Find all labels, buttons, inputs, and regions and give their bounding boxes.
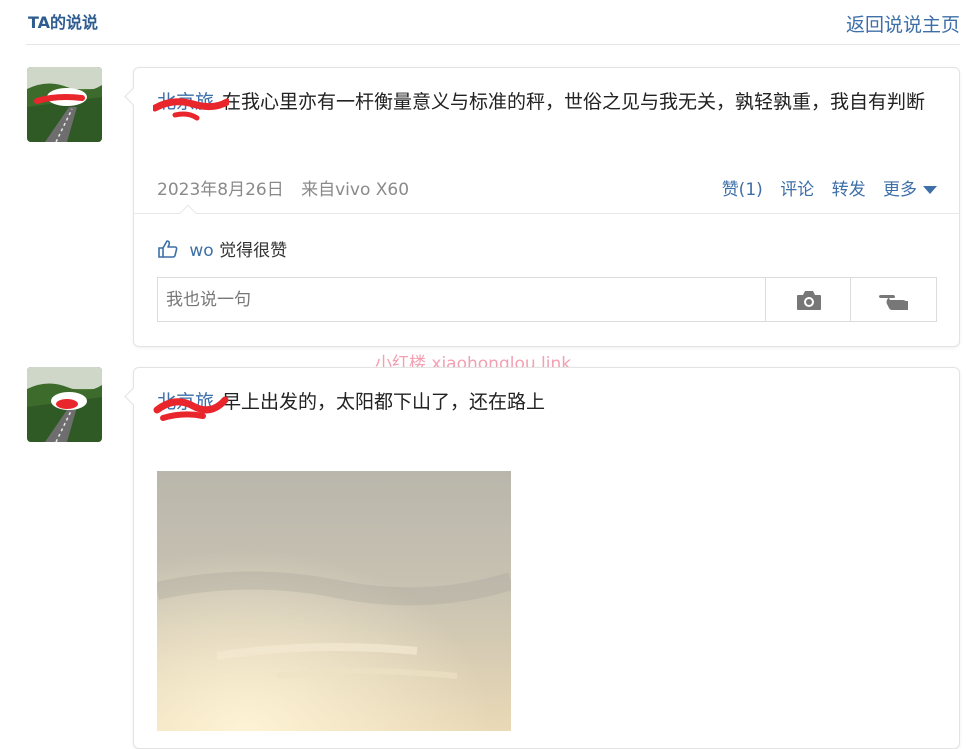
chevron-down-icon [923,186,937,194]
camera-button[interactable] [765,278,851,321]
post-source: 来自vivo X60 [301,180,410,200]
avatar[interactable] [27,67,102,142]
post-date: 2023年8月26日 [157,180,284,200]
post-content: 北京旅 早上出发的，太阳都下山了，还在路上 [153,384,939,421]
likes-summary: wo 觉得很赞 [158,236,287,261]
comment-button[interactable]: 评论 [780,180,814,200]
like-button[interactable]: 赞(1) [722,180,763,200]
sunset-sky-image [157,471,511,731]
avatar[interactable] [27,367,102,442]
page-title: TA的说说 [28,13,99,32]
comment-box [157,277,937,322]
more-button[interactable]: 更多 [883,180,937,200]
redaction-scribble [153,98,229,121]
pointing-hand-icon [878,294,908,310]
post-photo[interactable] [157,471,511,731]
avatar-image [27,67,102,142]
divider [134,213,959,214]
comment-input[interactable] [158,278,764,321]
forward-button[interactable]: 转发 [832,180,866,200]
post-author[interactable]: 北京旅 [153,384,229,421]
post-author[interactable]: 北京旅 [153,84,229,121]
thumbs-up-icon [158,240,178,258]
post-card: 北京旅 早上出发的，太阳都下山了，还在路上 [124,367,960,749]
page-header: TA的说说 返回说说主页 [26,0,960,45]
liker-name[interactable]: wo [189,241,213,261]
mention-button[interactable] [850,278,936,321]
post-card: 北京旅 在我心里亦有一杆衡量意义与标准的秤，世俗之见与我无关，孰轻孰重，我自有判… [124,67,960,347]
likes-suffix: 觉得很赞 [219,241,288,261]
avatar-image [27,367,102,442]
post-meta: 2023年8月26日 来自vivo X60 赞(1) 评论 转发 更多 [157,175,937,201]
redaction-scribble [153,396,229,421]
post-actions: 赞(1) 评论 转发 更多 [710,175,937,200]
back-to-feed-link[interactable]: 返回说说主页 [846,10,960,37]
post-content: 北京旅 在我心里亦有一杆衡量意义与标准的秤，世俗之见与我无关，孰轻孰重，我自有判… [153,84,939,121]
camera-icon [796,290,821,310]
